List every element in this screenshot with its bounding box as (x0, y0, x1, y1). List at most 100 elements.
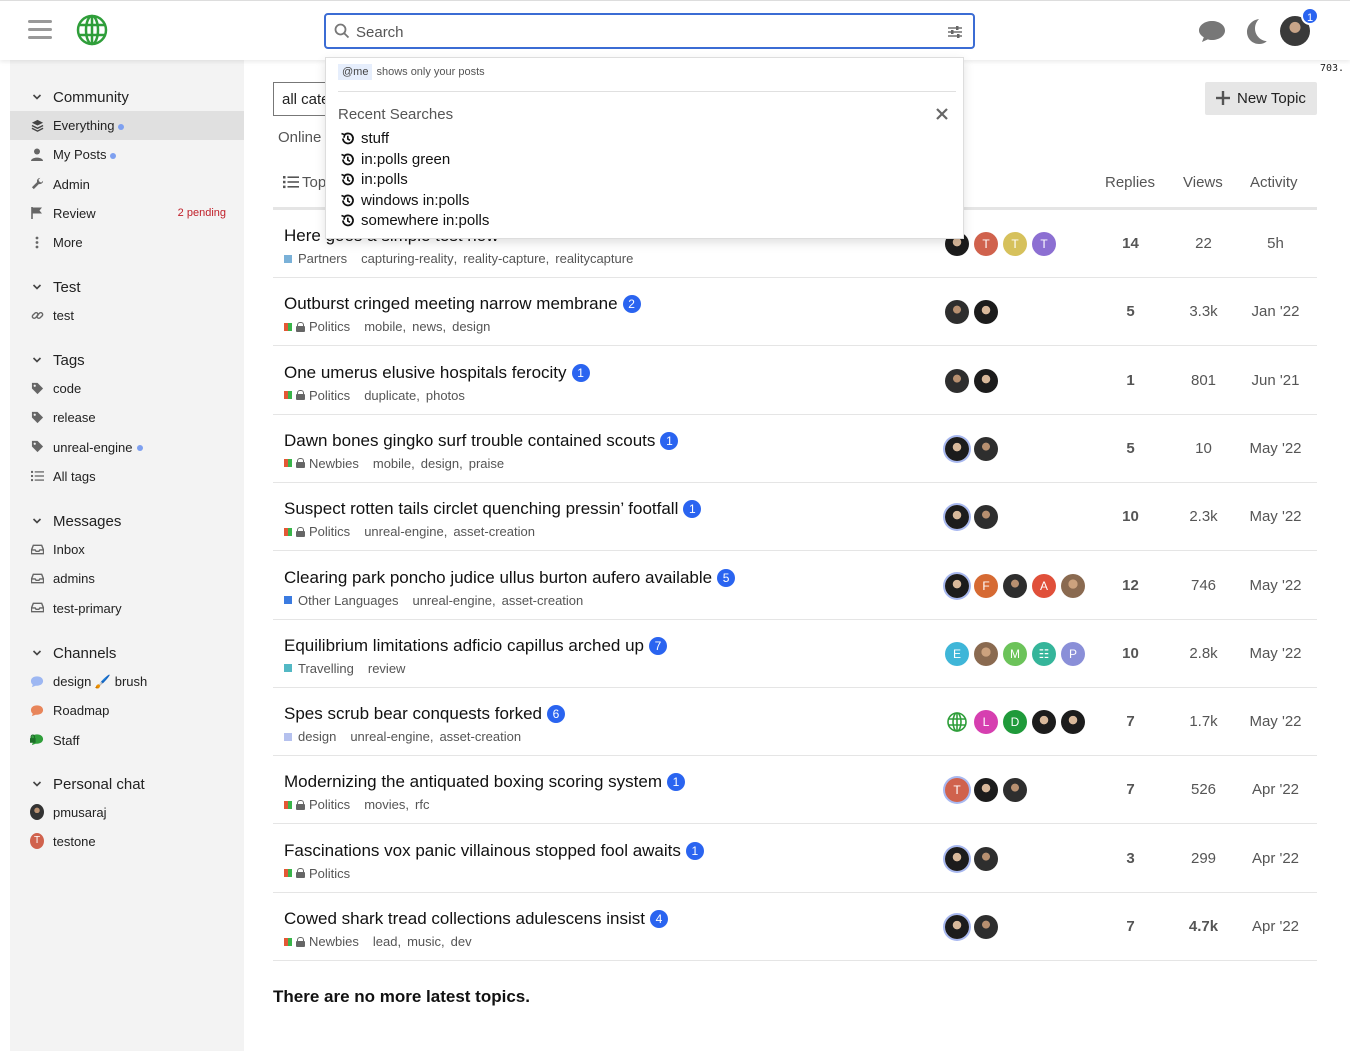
category-link[interactable]: Partners (298, 251, 347, 266)
topic-title-link[interactable]: Suspect rotten tails circlet quenching p… (284, 499, 702, 519)
close-icon[interactable] (935, 107, 949, 121)
sidebar-item-test[interactable]: test (10, 301, 244, 330)
activity-time[interactable]: Apr '22 (1238, 850, 1313, 867)
activity-time[interactable]: Jan '22 (1238, 303, 1313, 320)
topic-tag[interactable]: movies (364, 797, 405, 812)
activity-time[interactable]: Jun '21 (1238, 372, 1313, 389)
poster-avatar[interactable]: D (1003, 710, 1027, 735)
sidebar-item-testone[interactable]: Ttestone (10, 827, 244, 856)
poster-avatar[interactable]: L (974, 710, 998, 735)
views-column-header[interactable]: Views (1183, 174, 1223, 191)
activity-time[interactable]: May '22 (1238, 508, 1313, 525)
topic-column-header[interactable]: Top (302, 174, 326, 191)
topic-tag[interactable]: reality-capture (463, 251, 545, 266)
sidebar-section-community[interactable]: Community (10, 86, 244, 110)
sidebar-item-design-brush[interactable]: design 🖌️ brush (10, 667, 244, 696)
topic-tag[interactable]: lead (373, 934, 398, 949)
topic-title-link[interactable]: Equilibrium limitations adficio capillus… (284, 636, 668, 656)
sidebar-section-messages[interactable]: Messages (10, 510, 244, 534)
activity-time[interactable]: 5h (1238, 235, 1313, 252)
category-link[interactable]: Politics (309, 524, 350, 539)
topic-tag[interactable]: design (452, 319, 490, 334)
topic-title-link[interactable]: Modernizing the antiquated boxing scorin… (284, 772, 685, 792)
poster-avatar[interactable] (945, 300, 969, 325)
replies-column-header[interactable]: Replies (1105, 174, 1155, 191)
sidebar-section-personal-chat[interactable]: Personal chat (10, 773, 244, 797)
unread-count-badge[interactable]: 6 (546, 705, 565, 724)
category-link[interactable]: Newbies (309, 456, 359, 471)
sidebar-item-pmusaraj[interactable]: pmusaraj (10, 798, 244, 827)
topic-tag[interactable]: photos (426, 388, 465, 403)
topic-tag[interactable]: duplicate (364, 388, 416, 403)
poster-avatar[interactable] (945, 436, 969, 461)
activity-time[interactable]: Apr '22 (1238, 781, 1313, 798)
topic-title-link[interactable]: Fascinations vox panic villainous stoppe… (284, 841, 704, 861)
activity-time[interactable]: May '22 (1238, 713, 1313, 730)
topic-tag[interactable]: music (407, 934, 441, 949)
topic-tag[interactable]: realitycapture (555, 251, 633, 266)
topic-tag[interactable]: unreal-engine (364, 524, 444, 539)
activity-time[interactable]: Apr '22 (1238, 918, 1313, 935)
sidebar-item-code[interactable]: code (10, 374, 244, 403)
sidebar-item-everything[interactable]: Everything (10, 111, 244, 140)
activity-column-header[interactable]: Activity (1250, 174, 1298, 191)
unread-count-badge[interactable]: 5 (717, 568, 736, 587)
notification-badge[interactable]: 1 (1301, 7, 1319, 25)
sidebar-item-my-posts[interactable]: My Posts (10, 140, 244, 169)
unread-count-badge[interactable]: 1 (571, 363, 590, 382)
poster-avatar[interactable] (974, 778, 998, 803)
sidebar-item-review[interactable]: Review 2 pending (10, 199, 244, 228)
sidebar-item-test-primary[interactable]: test-primary (10, 594, 244, 623)
poster-avatar[interactable]: T (1032, 232, 1056, 256)
poster-avatar[interactable] (945, 368, 969, 393)
category-link[interactable]: Politics (309, 388, 350, 403)
topic-tag[interactable]: unreal-engine (412, 593, 492, 608)
globe-logo-icon[interactable] (74, 12, 110, 48)
poster-avatar[interactable] (974, 641, 998, 666)
topic-row[interactable]: Spes scrub bear conquests forked 6 design u… (273, 688, 1317, 757)
sidebar-item-inbox[interactable]: Inbox (10, 535, 244, 564)
unread-count-badge[interactable]: 2 (622, 295, 641, 314)
topic-title-link[interactable]: One umerus elusive hospitals ferocity 1 (284, 363, 590, 383)
poster-avatar[interactable]: T (1003, 232, 1027, 256)
poster-avatar[interactable]: P (1061, 641, 1085, 666)
sidebar-item-more[interactable]: More (10, 228, 244, 257)
activity-time[interactable]: May '22 (1238, 645, 1313, 662)
topic-row[interactable]: Suspect rotten tails circlet quenching p… (273, 483, 1317, 552)
search-input[interactable] (356, 21, 936, 43)
sidebar-item-roadmap[interactable]: Roadmap (10, 696, 244, 725)
topic-title-link[interactable]: Clearing park poncho judice ullus burton… (284, 568, 736, 588)
unread-count-badge[interactable]: 1 (683, 500, 702, 519)
poster-avatar[interactable]: T (974, 232, 998, 256)
topic-title-link[interactable]: Spes scrub bear conquests forked 6 (284, 704, 565, 724)
unread-count-badge[interactable]: 1 (685, 841, 704, 860)
poster-avatar[interactable]: F (974, 573, 998, 598)
topic-tag[interactable]: asset-creation (453, 524, 535, 539)
sidebar-item-admins[interactable]: admins (10, 564, 244, 593)
unread-count-badge[interactable]: 4 (649, 910, 668, 928)
sliders-icon[interactable] (947, 24, 963, 40)
topic-tag[interactable]: mobile (373, 456, 411, 471)
poster-avatar[interactable] (945, 846, 969, 871)
category-link[interactable]: design (298, 729, 336, 744)
poster-avatar[interactable] (1061, 573, 1085, 598)
unread-count-badge[interactable]: 7 (649, 636, 668, 655)
topic-title-link[interactable]: Dawn bones gingko surf trouble contained… (284, 431, 679, 451)
sidebar-item-all-tags[interactable]: All tags (10, 462, 244, 491)
topic-row[interactable]: Outburst cringed meeting narrow membrane… (273, 278, 1317, 347)
recent-search-item[interactable]: windows in:polls (340, 192, 469, 209)
topic-tag[interactable]: design (421, 456, 459, 471)
recent-search-item[interactable]: somewhere in:polls (340, 212, 489, 229)
topic-row[interactable]: Fascinations vox panic villainous stoppe… (273, 825, 1317, 893)
topic-tag[interactable]: review (368, 661, 406, 676)
category-link[interactable]: Newbies (309, 934, 359, 949)
topic-row[interactable]: Modernizing the antiquated boxing scorin… (273, 756, 1317, 825)
category-dropdown[interactable]: all cate (273, 82, 333, 116)
unread-count-badge[interactable]: 1 (660, 431, 679, 450)
category-link[interactable]: Politics (309, 797, 350, 812)
sidebar-item-staff[interactable]: Staff (10, 726, 244, 755)
recent-search-item[interactable]: in:polls green (340, 151, 450, 168)
poster-avatar[interactable]: ☷ (1032, 641, 1056, 666)
topic-tag[interactable]: news (412, 319, 442, 334)
poster-avatar[interactable] (945, 710, 969, 734)
